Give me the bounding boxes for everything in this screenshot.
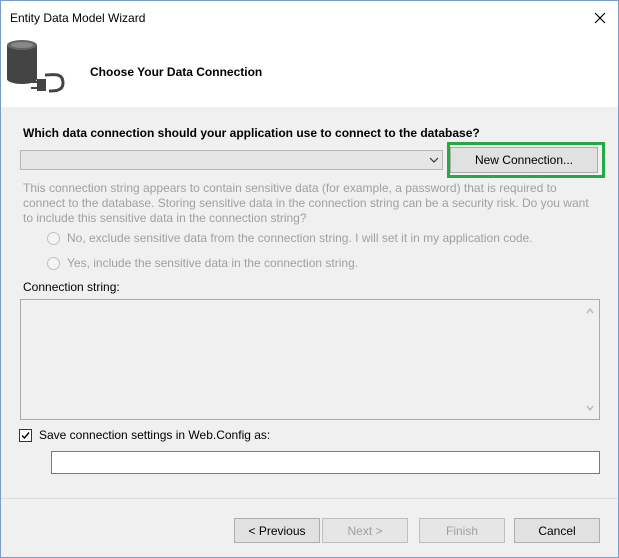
web-config-name-input[interactable]	[51, 451, 600, 474]
checkmark-icon	[21, 431, 30, 439]
database-plug-icon	[7, 40, 65, 93]
sensitive-data-info: This connection string appears to contai…	[23, 181, 589, 225]
radio-exclude-label: No, exclude sensitive data from the conn…	[67, 231, 533, 245]
radio-include-label: Yes, include the sensitive data in the c…	[67, 256, 359, 270]
cancel-button[interactable]: Cancel	[514, 518, 600, 543]
window-title: Entity Data Model Wizard	[10, 11, 146, 25]
new-connection-button[interactable]: New Connection...	[450, 147, 598, 173]
chevron-down-icon	[429, 157, 439, 163]
wizard-header: Choose Your Data Connection	[1, 35, 618, 107]
scroll-up-icon[interactable]	[585, 306, 595, 316]
footer-divider	[1, 498, 618, 499]
save-settings-label: Save connection settings in Web.Config a…	[39, 428, 271, 442]
previous-button[interactable]: < Previous	[234, 518, 320, 543]
title-bar: Entity Data Model Wizard	[1, 1, 618, 35]
radio-exclude-row[interactable]: No, exclude sensitive data from the conn…	[47, 231, 533, 245]
finish-button[interactable]: Finish	[419, 518, 505, 543]
connection-question: Which data connection should your applic…	[23, 126, 480, 140]
connection-string-textarea[interactable]	[20, 299, 600, 420]
wizard-window: Entity Data Model Wizard Choose Your Dat…	[0, 0, 619, 558]
connection-dropdown[interactable]	[20, 150, 443, 170]
radio-include-row[interactable]: Yes, include the sensitive data in the c…	[47, 256, 358, 270]
page-title: Choose Your Data Connection	[90, 65, 263, 79]
scroll-down-icon[interactable]	[585, 403, 595, 413]
connection-string-label: Connection string:	[23, 280, 120, 294]
next-button[interactable]: Next >	[322, 518, 408, 543]
save-settings-checkbox[interactable]	[19, 428, 32, 442]
radio-include[interactable]	[47, 256, 60, 270]
close-button[interactable]	[582, 1, 618, 35]
save-settings-row[interactable]: Save connection settings in Web.Config a…	[19, 428, 270, 442]
radio-exclude[interactable]	[47, 231, 60, 245]
close-icon	[594, 12, 606, 24]
